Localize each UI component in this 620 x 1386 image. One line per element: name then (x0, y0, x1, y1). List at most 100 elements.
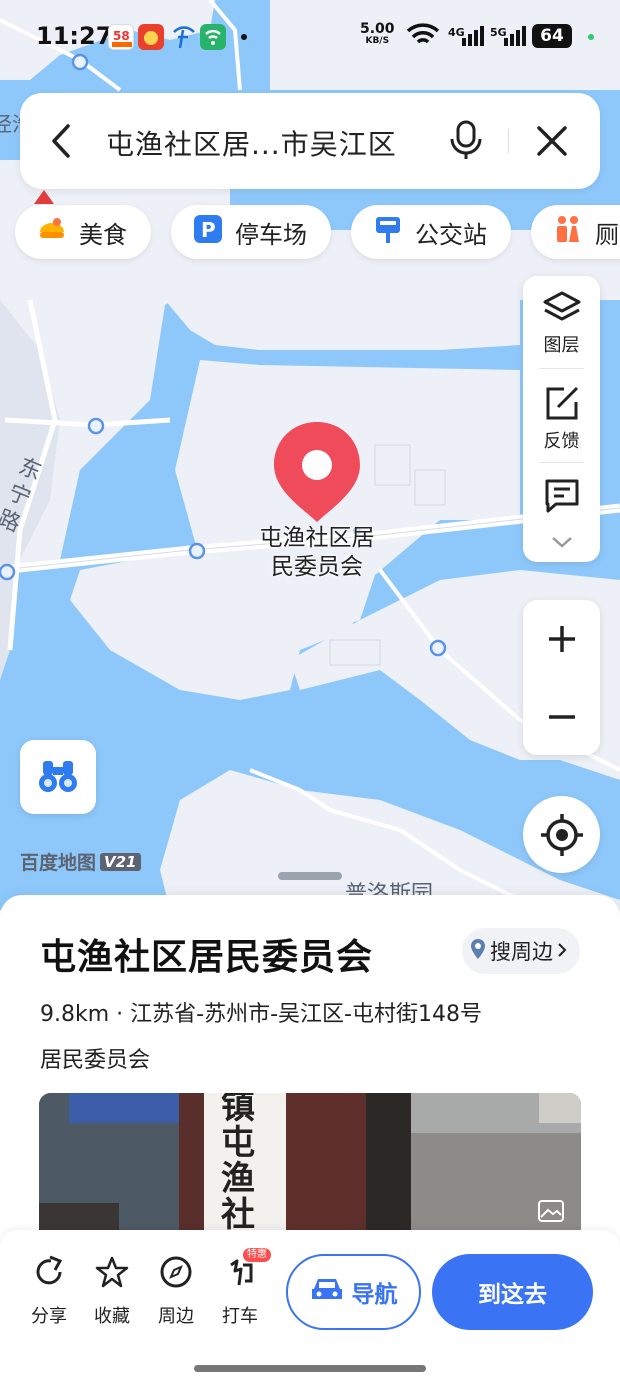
layers-button[interactable]: 图层 (523, 290, 600, 357)
location-pin-icon (470, 938, 486, 965)
chip-parking[interactable]: P 停车场 (171, 205, 331, 259)
share-icon (32, 1255, 66, 1294)
bus-stop-dot-5 (429, 639, 447, 657)
wifi-app-icon (200, 24, 226, 50)
telecom-icon (170, 24, 196, 50)
bus-stop-dot-3 (188, 542, 206, 560)
status-bar: 11:27 58 5.00 KB/S 4G 5G 64 (0, 0, 620, 70)
favorite-label: 收藏 (94, 1306, 130, 1327)
tools-divider-2 (539, 462, 584, 463)
nearby-label: 周边 (158, 1306, 194, 1327)
chip-parking-label: 停车场 (235, 220, 307, 249)
taxi-icon (223, 1259, 257, 1294)
feedback-button[interactable]: 反馈 (523, 384, 600, 453)
search-divider (508, 129, 509, 153)
chip-bus-stop[interactable]: 公交站 (351, 205, 511, 259)
net-speed-unit: KB/S (365, 36, 390, 46)
binoculars-icon (36, 757, 80, 801)
taxi-button[interactable]: 打车 (210, 1255, 270, 1328)
search-query[interactable]: 屯渔社区居...市吴江区 (106, 123, 397, 163)
bus-stop-dot-2 (87, 417, 105, 435)
poi-photo[interactable]: 镇屯渔社区居民 (39, 1093, 581, 1233)
poi-info-line: 9.8km · 江苏省-苏州市-吴江区-屯村街148号 (40, 996, 482, 1028)
zoom-out-icon[interactable] (547, 702, 577, 736)
favorite-button[interactable]: 收藏 (82, 1255, 142, 1328)
taxi-promo-badge: 特惠 (243, 1248, 271, 1262)
wifi-icon (406, 22, 440, 52)
charging-dot (588, 34, 594, 40)
message-button[interactable] (523, 476, 600, 519)
logo-text: 百度地图 (20, 852, 97, 874)
taxi-label: 打车 (222, 1306, 258, 1327)
58-app-icon: 58 (108, 24, 134, 50)
logo-version: V21 (100, 852, 141, 871)
photo-sign-text: 镇屯渔社区居民 (221, 1093, 255, 1233)
search-bar[interactable]: 屯渔社区居...市吴江区 (20, 93, 600, 189)
bus-stop-icon (373, 214, 403, 250)
poi-map-label[interactable]: 屯渔社区居 民委员会 (248, 524, 386, 582)
svg-text:P: P (201, 218, 216, 242)
microphone-icon[interactable] (448, 119, 484, 165)
star-icon (95, 1256, 129, 1294)
poi-map-label-line2: 民委员会 (271, 554, 363, 580)
share-label: 分享 (31, 1306, 67, 1327)
sheet-drag-handle[interactable] (278, 872, 342, 880)
back-arrow-icon[interactable] (48, 123, 74, 163)
baidu-map-logo: 百度地图 V21 (20, 848, 141, 875)
poi-title: 屯渔社区居民委员会 (40, 937, 374, 978)
sim1-signal-icon (462, 24, 484, 46)
tools-divider-1 (539, 368, 584, 369)
locate-me-button[interactable] (523, 796, 600, 873)
notification-dot (241, 34, 247, 40)
poi-distance: 9.8km (40, 1002, 110, 1027)
poi-marker-icon[interactable] (272, 420, 362, 524)
street-view-button[interactable] (20, 740, 96, 814)
svg-text:58: 58 (113, 29, 130, 43)
net-speed-value: 5.00 (360, 21, 395, 37)
go-here-button[interactable]: 到这去 (432, 1254, 593, 1330)
home-indicator[interactable] (194, 1365, 426, 1372)
chevron-right-icon (557, 939, 567, 963)
poi-address: 江苏省-苏州市-吴江区-屯村街148号 (130, 1002, 482, 1027)
feedback-label: 反馈 (543, 431, 580, 452)
bus-stop-dot-4 (0, 563, 16, 581)
feedback-icon (542, 386, 582, 427)
zoom-control (523, 600, 600, 755)
message-icon (542, 479, 582, 519)
chevron-down-icon (550, 534, 574, 555)
crosshair-icon (540, 813, 584, 861)
chip-food-label: 美食 (79, 220, 127, 249)
expand-tools-button[interactable] (523, 534, 600, 555)
car-icon (310, 1275, 344, 1309)
chip-bus-stop-label: 公交站 (415, 220, 487, 249)
sim2-signal-icon (504, 24, 526, 46)
search-nearby-label: 搜周边 (490, 940, 553, 964)
poi-photo-image (39, 1093, 581, 1233)
compass-nav-icon (159, 1256, 193, 1294)
nearby-button[interactable]: 周边 (146, 1255, 206, 1328)
food-icon (37, 214, 67, 250)
map-tools-panel: 图层 反馈 (523, 276, 600, 562)
layers-label: 图层 (543, 335, 580, 356)
battery-indicator: 64 (532, 24, 572, 48)
poi-map-label-line1: 屯渔社区居 (259, 525, 375, 551)
game-app-icon (138, 24, 164, 50)
close-icon[interactable] (534, 123, 570, 163)
parking-icon: P (193, 214, 223, 250)
status-time: 11:27 (36, 22, 113, 50)
navigate-button[interactable]: 导航 (286, 1254, 421, 1330)
gallery-icon[interactable] (537, 1199, 565, 1227)
chip-food[interactable]: 美食 (15, 205, 151, 259)
chip-toilet[interactable]: 厕 (531, 205, 620, 259)
toilet-icon (553, 214, 583, 250)
search-nearby-button[interactable]: 搜周边 (462, 928, 580, 974)
net-speed: 5.00 KB/S (360, 22, 395, 46)
layers-icon (542, 291, 582, 331)
navigate-label: 导航 (351, 1282, 398, 1308)
poi-category: 居民委员会 (40, 1048, 151, 1073)
info-separator: · (116, 1002, 131, 1027)
zoom-in-icon[interactable] (547, 624, 577, 658)
chip-toilet-label: 厕 (595, 220, 619, 249)
go-here-label: 到这去 (478, 1282, 547, 1308)
share-button[interactable]: 分享 (19, 1255, 79, 1328)
